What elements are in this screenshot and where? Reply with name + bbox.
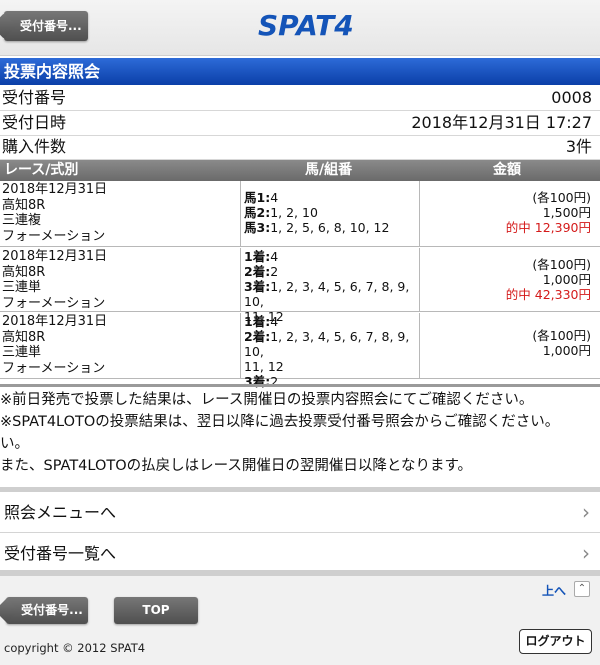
race-date: 2018年12月31日 [2,314,108,329]
info-row-receipt-datetime: 受付日時 2018年12月31日 17:27 [0,111,600,136]
page-footer: 上へ ⌃ 受付番号... TOP copyright © 2012 SPAT4 … [0,576,600,665]
chevron-right-icon: › [582,500,590,524]
column-header-amount: 金額 [493,162,521,178]
info-value: 2018年12月31日 17:27 [411,113,592,132]
info-value: 3件 [565,137,592,156]
horses-cell: 1着:4 2着:2 3着:1, 2, 3, 4, 5, 6, 7, 8, 9, … [240,248,420,324]
scroll-top-link[interactable]: 上へ [542,582,566,599]
bet-type: 三連複 [2,213,42,228]
horse-line: 1着:4 [244,314,279,329]
info-row-purchase-count: 購入件数 3件 [0,135,600,160]
bet-amount: 1,000円 [542,343,591,358]
notice-line: い。 [0,436,29,452]
unit-price: (各100円) [532,190,591,205]
info-label: 購入件数 [2,137,67,156]
race-cell: 2018年12月31日 高知8R 三連単 フォーメーション [2,314,107,376]
hit-payout: 的中 42,330円 [505,287,591,302]
horse-line: 2着:1, 2, 3, 4, 5, 6, 7, 8, 9, 10, [244,329,410,359]
notice-line: ※SPAT4LOTOの投票結果は、翌日以降に過去投票受付番号照会からご確認くださ… [0,414,560,430]
menu-item-label: 照会メニューへ [4,503,117,522]
menu-item-label: 受付番号一覧へ [4,544,117,563]
race-date: 2018年12月31日 [2,182,108,197]
app-header: 受付番号... SPAT4 [0,0,600,56]
unit-price: (各100円) [532,257,591,272]
info-row-receipt-number: 受付番号 0008 [0,86,600,111]
bet-method: フォーメーション [2,360,106,376]
info-label: 受付日時 [2,113,67,132]
bet-type: 三連単 [2,345,42,360]
horses-cell: 馬1:4 馬2:1, 2, 10 馬3:1, 2, 5, 6, 8, 10, 1… [240,181,420,246]
page-title: 投票内容照会 [0,58,600,85]
back-to-receipt-button[interactable]: 受付番号... [6,597,88,624]
amount-cell: (各100円) 1,000円 的中 42,330円 [506,257,591,302]
info-value: 0008 [551,88,592,107]
top-button[interactable]: TOP [114,597,198,624]
horse-line: 3着:1, 2, 3, 4, 5, 6, 7, 8, 9, 10, [244,279,410,309]
notice-line: ※前日発売で投票した結果は、レース開催日の投票内容照会にてご確認ください。 [0,392,534,408]
info-label: 受付番号 [2,88,67,107]
notice-text: ※前日発売で投票した結果は、レース開催日の投票内容照会にてご確認ください。 ※S… [0,384,600,484]
menu-item-receipt-list[interactable]: 受付番号一覧へ › [0,533,600,574]
navigation-menu: 照会メニューへ › 受付番号一覧へ › [0,487,600,574]
amount-cell: (各100円) 1,000円 [532,328,591,358]
amount-cell: (各100円) 1,500円 的中 12,390円 [506,190,591,235]
horse-line: 1着:4 [244,249,279,264]
spat4-logo[interactable]: SPAT4 [258,9,354,42]
column-header-horses: 馬/組番 [305,162,353,178]
back-to-receipt-button[interactable]: 受付番号... [4,11,88,41]
notice-line: また、SPAT4LOTOの払戻しはレース開催日の翌開催日以降となります。 [0,458,473,474]
race-name: 高知8R [2,197,46,213]
bet-method: フォーメーション [2,228,106,244]
race-cell: 2018年12月31日 高知8R 三連複 フォーメーション [2,182,107,244]
bet-type: 三連単 [2,280,42,295]
race-name: 高知8R [2,264,46,280]
horse-line: 馬2:1, 2, 10 [244,205,318,220]
race-name: 高知8R [2,329,46,345]
bet-method: フォーメーション [2,295,106,311]
horse-line: 2着:2 [244,264,279,279]
chevron-up-icon[interactable]: ⌃ [574,581,590,597]
table-row: 2018年12月31日 高知8R 三連単 フォーメーション 1着:4 2着:1,… [0,313,600,389]
hit-payout: 的中 12,390円 [505,220,591,235]
table-row: 2018年12月31日 高知8R 三連複 フォーメーション 馬1:4 馬2:1,… [0,181,600,247]
logout-button[interactable]: ログアウト [519,629,592,654]
race-cell: 2018年12月31日 高知8R 三連単 フォーメーション [2,249,107,311]
bet-amount: 1,500円 [542,205,591,220]
horse-line: 11, 12 [244,359,284,374]
chevron-right-icon: › [582,541,590,565]
copyright-text: copyright © 2012 SPAT4 [4,641,146,655]
bet-amount: 1,000円 [542,272,591,287]
menu-item-inquiry[interactable]: 照会メニューへ › [0,492,600,533]
horse-line: 馬1:4 [244,190,279,205]
horses-cell: 1着:4 2着:1, 2, 3, 4, 5, 6, 7, 8, 9, 10, 1… [240,313,420,389]
table-row: 2018年12月31日 高知8R 三連単 フォーメーション 1着:4 2着:2 … [0,248,600,324]
horse-line: 馬3:1, 2, 5, 6, 8, 10, 12 [244,220,390,235]
bet-table-header: レース/式別 馬/組番 金額 [0,160,600,181]
unit-price: (各100円) [532,328,591,343]
race-date: 2018年12月31日 [2,249,108,264]
column-header-race: レース/式別 [4,162,79,178]
